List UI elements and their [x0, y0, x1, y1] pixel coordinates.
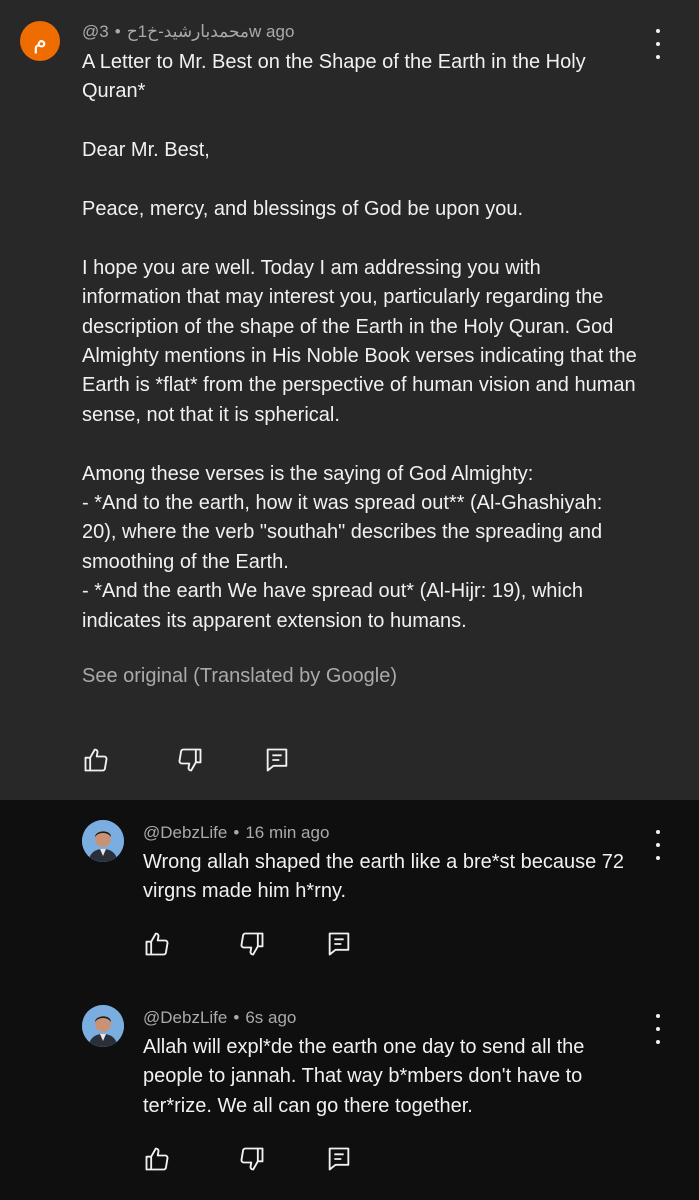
- avatar-letter: م: [33, 28, 47, 53]
- dislike-button[interactable]: [238, 1145, 266, 1173]
- comment-paragraph: Peace, mercy, and blessings of God be up…: [82, 198, 524, 220]
- thumbs-down-icon: [178, 748, 202, 772]
- meta-separator: •: [114, 22, 121, 41]
- reply-icon: [328, 1147, 350, 1171]
- reply-button[interactable]: [325, 930, 353, 958]
- comment-paragraph: A Letter to Mr. Best on the Shape of the…: [82, 51, 586, 103]
- like-button[interactable]: [143, 930, 171, 958]
- thumbs-up-icon: [145, 1147, 169, 1171]
- profile-photo-icon: [82, 1005, 124, 1047]
- meta-separator: •: [233, 1008, 240, 1027]
- reply-icon: [266, 748, 288, 772]
- comment-meta: @محمدبارشيد-خ1ح•3w ago: [82, 22, 294, 42]
- profile-photo-icon: [82, 820, 124, 862]
- top-comment-card: م @محمدبارشيد-خ1ح•3w ago A Letter to Mr.…: [0, 0, 699, 800]
- comment-body: A Letter to Mr. Best on the Shape of the…: [82, 48, 662, 636]
- thumbs-down-icon: [240, 932, 264, 956]
- comment-author[interactable]: @DebzLife: [143, 823, 227, 842]
- thumbs-up-icon: [145, 932, 169, 956]
- meta-separator: •: [233, 823, 240, 842]
- dislike-button[interactable]: [176, 746, 204, 774]
- like-button[interactable]: [143, 1145, 171, 1173]
- comment-timestamp: 6s ago: [245, 1008, 297, 1027]
- comment-author[interactable]: @DebzLife: [143, 1008, 227, 1027]
- avatar[interactable]: [82, 1005, 124, 1047]
- comment-body: Wrong allah shaped the earth like a bre*…: [143, 851, 625, 903]
- comment-paragraph: Dear Mr. Best,: [82, 139, 210, 162]
- reply-button[interactable]: [263, 746, 291, 774]
- avatar[interactable]: م: [20, 21, 60, 61]
- reply-icon: [328, 932, 350, 956]
- comment-paragraph: I hope you are well. Today I am addressi…: [82, 256, 637, 426]
- comment-body: Allah will expl*de the earth one day to …: [143, 1036, 585, 1117]
- comment-meta: @DebzLife • 6s ago: [143, 1008, 296, 1028]
- see-original-link[interactable]: See original (Translated by Google): [82, 665, 397, 688]
- avatar[interactable]: [82, 820, 124, 862]
- thumbs-up-icon: [84, 748, 108, 772]
- comment-timestamp: 16 min ago: [245, 823, 330, 842]
- thumbs-down-icon: [240, 1147, 264, 1171]
- reply-button[interactable]: [325, 1145, 353, 1173]
- comment-paragraph: Among these verses is the saying of God …: [82, 462, 603, 632]
- dislike-button[interactable]: [238, 930, 266, 958]
- comment-meta: @DebzLife • 16 min ago: [143, 823, 329, 843]
- like-button[interactable]: [82, 746, 110, 774]
